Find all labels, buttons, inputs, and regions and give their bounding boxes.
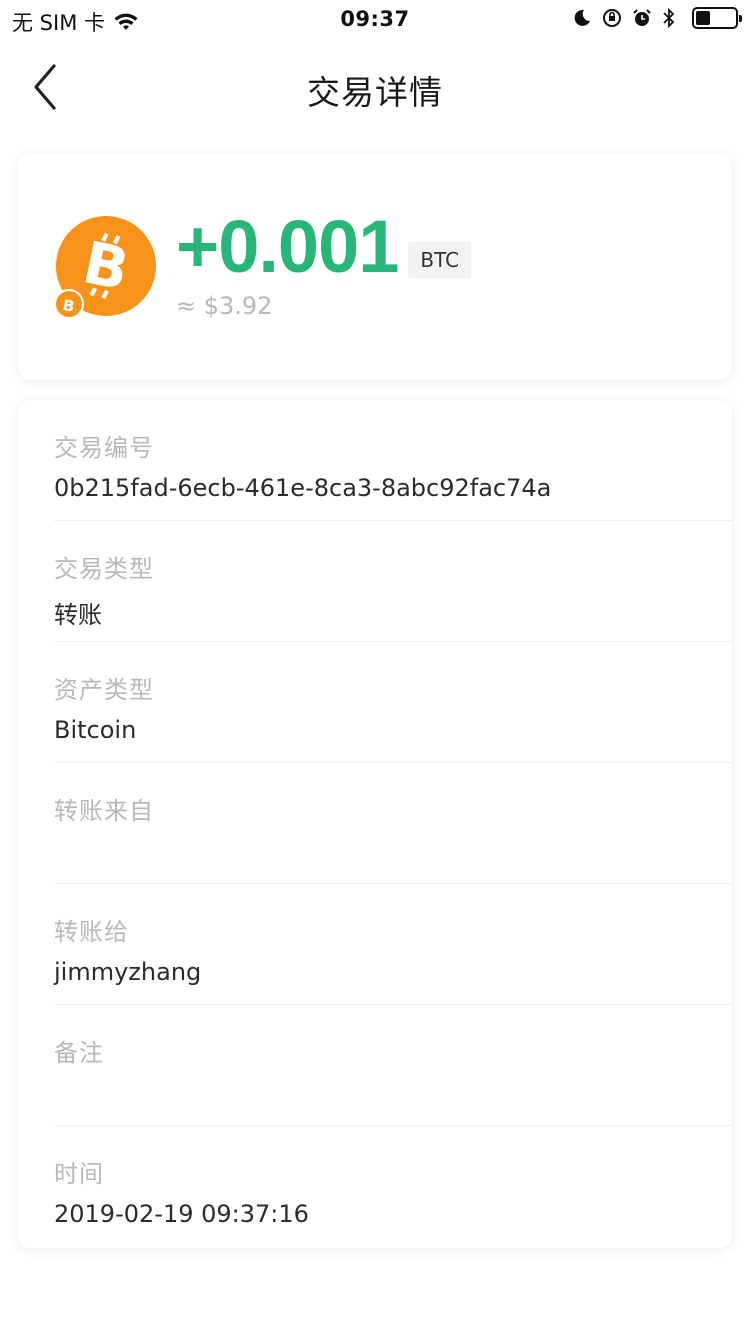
alarm-icon xyxy=(632,8,652,28)
amount-row: +0.001 BTC xyxy=(176,205,472,288)
detail-row-time: 时间 2019-02-19 09:37:16 xyxy=(54,1126,732,1247)
detail-row-transaction-type: 交易类型 转账 xyxy=(54,521,732,642)
detail-label: 交易类型 xyxy=(54,555,154,583)
detail-row-transfer-to: 转账给 jimmyzhang xyxy=(54,884,732,1005)
bitcoin-icon: B B xyxy=(54,216,158,320)
detail-value: 转账 xyxy=(54,601,102,629)
battery-level xyxy=(696,11,710,25)
detail-label: 时间 xyxy=(54,1160,104,1188)
transaction-summary-card: B B +0.001 BTC ≈ $3.92 xyxy=(18,154,732,380)
detail-value: Bitcoin xyxy=(54,716,137,744)
detail-label: 资产类型 xyxy=(54,676,154,704)
transaction-amount: +0.001 xyxy=(176,205,399,288)
status-bar: 无 SIM 卡 09:37 xyxy=(0,0,750,40)
currency-badge: BTC xyxy=(408,242,472,278)
battery-icon xyxy=(692,7,742,29)
fiat-value: ≈ $3.92 xyxy=(176,292,273,320)
detail-row-transaction-id: 交易编号 0b215fad-6ecb-461e-8ca3-8abc92fac74… xyxy=(54,400,732,521)
status-right xyxy=(572,7,742,29)
detail-label: 交易编号 xyxy=(54,434,154,462)
detail-row-asset-type: 资产类型 Bitcoin xyxy=(54,642,732,763)
detail-label: 转账给 xyxy=(54,918,129,946)
detail-value: jimmyzhang xyxy=(54,958,202,986)
nav-bar: 交易详情 xyxy=(0,40,750,136)
moon-icon xyxy=(572,8,592,28)
detail-label: 转账来自 xyxy=(54,797,154,825)
page-title: 交易详情 xyxy=(307,73,443,112)
detail-value: 2019-02-19 09:37:16 xyxy=(54,1200,309,1228)
detail-value: 0b215fad-6ecb-461e-8ca3-8abc92fac74a xyxy=(54,474,552,502)
transaction-details-card: 交易编号 0b215fad-6ecb-461e-8ca3-8abc92fac74… xyxy=(18,400,732,1248)
detail-row-transfer-from: 转账来自 xyxy=(54,763,732,884)
orientation-lock-icon xyxy=(602,8,622,28)
detail-row-memo: 备注 xyxy=(54,1005,732,1126)
detail-label: 备注 xyxy=(54,1039,104,1067)
bluetooth-icon xyxy=(662,7,682,29)
